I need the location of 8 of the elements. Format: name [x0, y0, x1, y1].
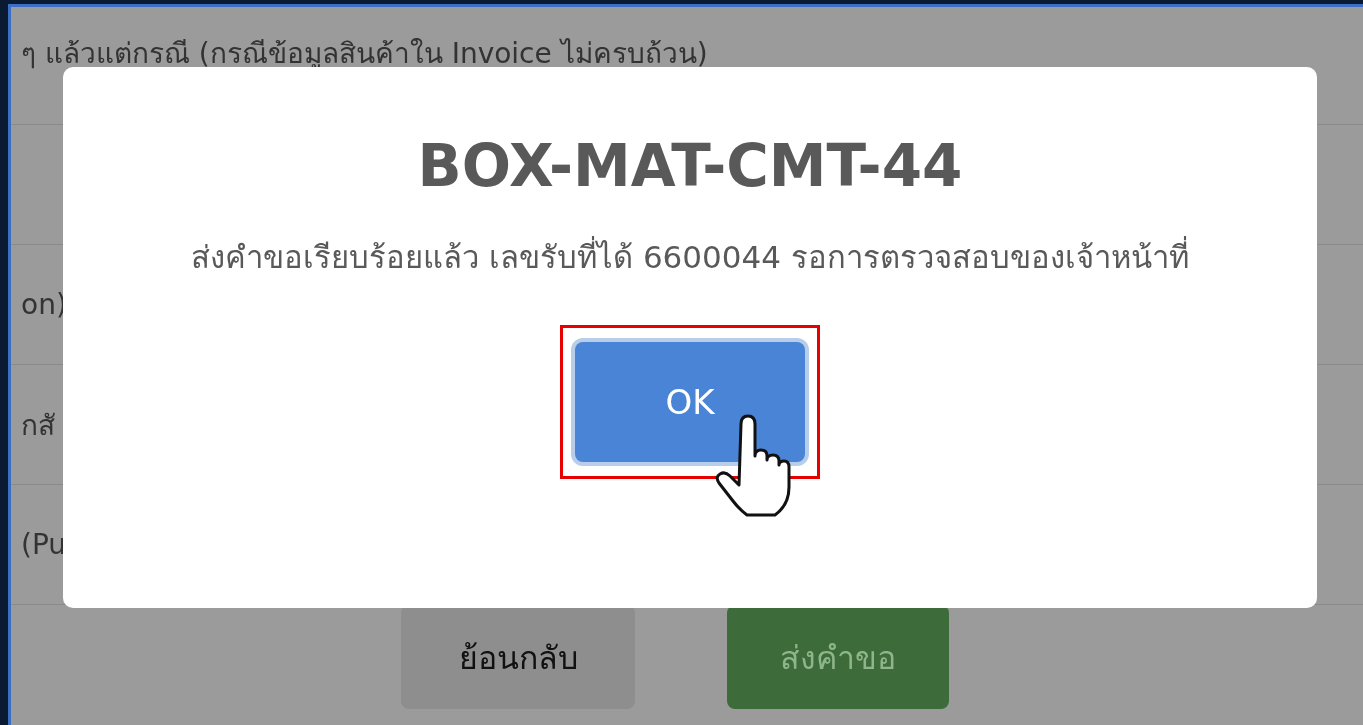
form-label: on) — [20, 288, 67, 321]
form-label: กสั — [20, 407, 55, 444]
back-button[interactable]: ย้อนกลับ — [401, 605, 635, 709]
form-label: (Pu — [20, 528, 67, 561]
dialog-title: BOX-MAT-CMT-44 — [417, 137, 963, 195]
submit-button[interactable]: ส่งคำขอ — [727, 605, 949, 709]
form-label: ๆ แล้วแต่กรณี (กรณีข้อมูลสินค้าใน Invoice ไม่ครบถ้วน) — [20, 36, 708, 72]
dialog-message: ส่งคำขอเรียบร้อยแล้ว เลขรับที่ได้ 6600044 รอการตรวจสอบของเจ้าหน้าที่ — [191, 233, 1189, 283]
